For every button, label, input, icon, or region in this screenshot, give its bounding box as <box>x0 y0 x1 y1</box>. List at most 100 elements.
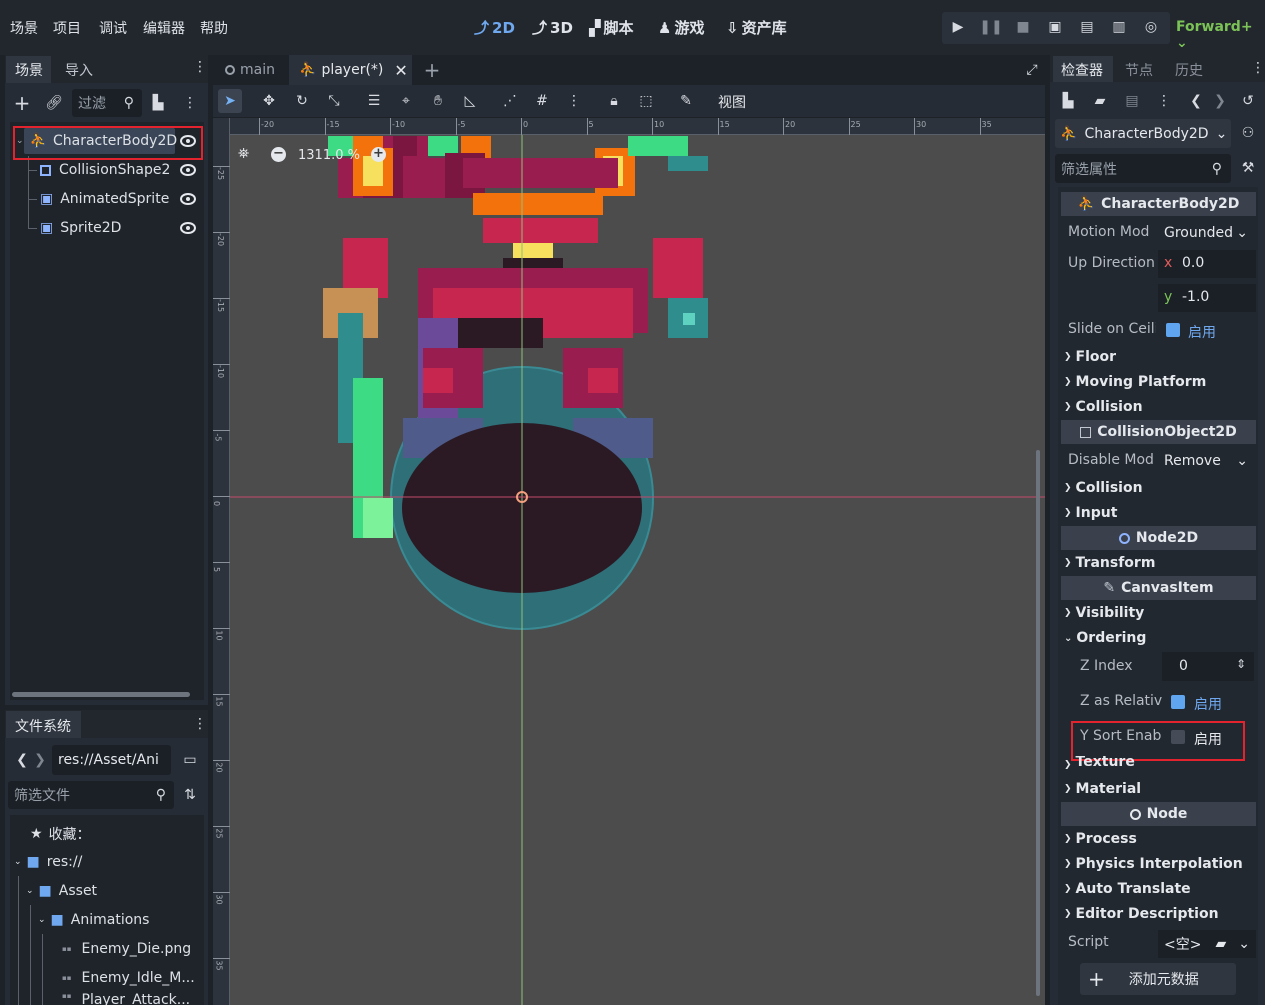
section-collision-2[interactable]: ❯ Collision <box>1064 480 1143 496</box>
pan-tool[interactable]: ✋︎ <box>426 89 450 113</box>
history-forward-button[interactable]: ❯ <box>1208 89 1232 113</box>
add-metadata-button[interactable]: + 添加元数据 <box>1080 963 1236 995</box>
visibility-eye-icon[interactable] <box>179 161 197 179</box>
file-row[interactable]: ▪▪ Enemy_Die.png <box>62 936 191 962</box>
section-editor-description[interactable]: ❯ Editor Description <box>1064 906 1219 922</box>
select-tool[interactable]: ➤ <box>218 89 242 113</box>
dock-menu-icon[interactable]: ⋮ <box>1246 56 1265 80</box>
canvas-2d[interactable] <box>213 118 1045 1005</box>
menu-debug[interactable]: 调试 <box>99 18 127 38</box>
add-node-button[interactable]: + <box>10 91 34 115</box>
menu-help[interactable]: 帮助 <box>200 18 228 38</box>
play-scene-button[interactable]: ▤ <box>1073 12 1101 42</box>
scene-tab-main[interactable]: main <box>215 55 285 85</box>
visibility-eye-icon[interactable] <box>179 190 197 208</box>
z-index-spinbox[interactable]: 0 ⇕ <box>1162 652 1254 681</box>
renderer-select[interactable]: Forward+ ⌄ <box>1176 19 1265 51</box>
disable-mode-select[interactable]: Remove ⌄ <box>1158 448 1256 474</box>
file-row[interactable]: ▪▪ Player_Attack... <box>62 992 190 1005</box>
distraction-free-button[interactable]: ⤢ <box>1020 58 1044 82</box>
scene-more-button[interactable]: ⋮ <box>178 91 202 115</box>
folder-res[interactable]: ⌄ ■ res:// <box>14 849 82 875</box>
slide-on-ceiling-checkbox[interactable] <box>1166 323 1180 337</box>
menu-scene[interactable]: 场景 <box>10 18 38 38</box>
tab-inspector[interactable]: 检查器 <box>1053 56 1113 82</box>
section-auto-translate[interactable]: ❯ Auto Translate <box>1064 881 1191 897</box>
attach-script-button[interactable]: ▙ <box>146 91 170 115</box>
new-resource-button[interactable]: ▙ <box>1056 89 1080 113</box>
play-custom-scene-button[interactable]: ▥ <box>1105 12 1133 42</box>
menu-project[interactable]: 项目 <box>53 18 81 38</box>
pause-button[interactable]: ❚❚ <box>977 12 1005 42</box>
horizontal-scrollbar[interactable] <box>12 692 190 697</box>
section-moving-platform[interactable]: ❯ Moving Platform <box>1064 374 1206 390</box>
node-path-selector[interactable]: ⛹ CharacterBody2D ⌄ <box>1055 119 1231 148</box>
dock-menu-icon[interactable]: ⋮ <box>188 55 212 79</box>
mode-2d-button[interactable]: ⤴ 2D <box>474 17 515 38</box>
section-floor[interactable]: ❯ Floor <box>1064 349 1116 365</box>
snap-options-button[interactable]: ⋮ <box>562 89 586 113</box>
tab-node[interactable]: 节点 <box>1125 60 1153 80</box>
file-row[interactable]: ▪▪ Enemy_Idle_M... <box>62 965 195 991</box>
mode-game-button[interactable]: ♟ 游戏 <box>658 17 704 38</box>
tab-filesystem[interactable]: 文件系统 <box>6 711 81 738</box>
load-resource-button[interactable]: ▰ <box>1088 89 1112 113</box>
ruler-tool[interactable]: ◺ <box>458 89 482 113</box>
new-scene-tab-button[interactable]: + <box>420 58 444 82</box>
tab-scene[interactable]: 场景 <box>6 56 51 83</box>
mode-asset-lib-button[interactable]: ⇩ 资产库 <box>726 17 787 38</box>
pivot-tool[interactable]: ⌖ <box>394 89 418 113</box>
chevron-down-icon[interactable]: ⌄ <box>1238 936 1250 952</box>
tree-node-sprite2d[interactable]: ▣ Sprite2D <box>40 215 121 241</box>
folder-icon[interactable]: ▰ <box>1215 936 1226 952</box>
lock-button[interactable]: 🔒︎ <box>602 89 626 113</box>
play-button[interactable]: ▶ <box>944 12 972 42</box>
node-info-button[interactable]: ⚇ <box>1236 121 1260 145</box>
tab-history[interactable]: 历史 <box>1175 60 1203 80</box>
section-collision[interactable]: ❯ Collision <box>1064 399 1143 415</box>
view-menu[interactable]: 视图 <box>718 92 746 112</box>
zoom-in-button[interactable]: + <box>371 147 386 162</box>
motion-mode-select[interactable]: Grounded ⌄ <box>1158 220 1256 246</box>
up-direction-y-field[interactable]: y -1.0 <box>1158 284 1256 312</box>
resource-more-button[interactable]: ⋮ <box>1152 89 1176 113</box>
group-button[interactable]: ⬚ <box>634 89 658 113</box>
section-texture[interactable]: ❯ Texture <box>1064 756 1135 770</box>
grid-snap-button[interactable]: # <box>530 89 554 113</box>
vertical-scrollbar[interactable] <box>1036 450 1040 996</box>
center-view-icon[interactable]: ⛯ <box>238 146 249 162</box>
section-process[interactable]: ❯ Process <box>1064 831 1137 847</box>
tree-node-collisionshape2d[interactable]: CollisionShape2 <box>40 157 170 183</box>
mode-script-button[interactable]: ▞ 脚本 <box>589 17 634 38</box>
section-transform[interactable]: ❯ Transform <box>1064 555 1155 571</box>
visibility-eye-icon[interactable] <box>179 219 197 237</box>
mode-3d-button[interactable]: ⤴ 3D <box>532 17 573 38</box>
section-material[interactable]: ❯ Material <box>1064 781 1141 797</box>
object-history-button[interactable]: ↺ <box>1236 89 1260 113</box>
history-back-button[interactable]: ❮ <box>1184 89 1208 113</box>
section-ordering[interactable]: ⌄ Ordering <box>1064 630 1146 646</box>
close-icon[interactable]: ✕ <box>394 61 407 80</box>
zoom-level[interactable]: 1311.0 % <box>298 148 360 163</box>
tree-node-animatedsprite[interactable]: ▣ AnimatedSprite <box>40 186 169 212</box>
folder-animations[interactable]: ⌄ ■ Animations <box>38 907 149 933</box>
file-filter-input[interactable]: 筛选文件 ⚲ <box>8 781 174 809</box>
remote-debug-button[interactable]: ▣ <box>1041 12 1069 42</box>
list-select-tool[interactable]: ☰ <box>362 89 386 113</box>
section-visibility[interactable]: ❯ Visibility <box>1064 605 1144 621</box>
scale-tool[interactable]: ⤡ <box>322 89 346 113</box>
stop-button[interactable]: ■ <box>1009 12 1037 42</box>
section-input[interactable]: ❯ Input <box>1064 505 1117 521</box>
rotate-tool[interactable]: ↻ <box>290 89 314 113</box>
path-field[interactable]: res://Asset/Ani <box>52 745 171 775</box>
up-direction-x-field[interactable]: x 0.0 <box>1158 250 1256 278</box>
forward-button[interactable]: ❯ <box>28 748 52 772</box>
script-resource-picker[interactable]: <空> ▰ ⌄ <box>1158 930 1256 958</box>
dock-menu-icon[interactable]: ⋮ <box>188 712 212 736</box>
folder-asset[interactable]: ⌄ ■ Asset <box>26 878 97 904</box>
sort-button[interactable]: ⇅ <box>178 783 202 807</box>
favorites-row[interactable]: ★ 收藏： <box>30 821 91 847</box>
section-physics-interpolation[interactable]: ❯ Physics Interpolation <box>1064 856 1243 872</box>
movie-maker-button[interactable]: ◎ <box>1137 12 1165 42</box>
menu-editor[interactable]: 编辑器 <box>143 18 185 38</box>
